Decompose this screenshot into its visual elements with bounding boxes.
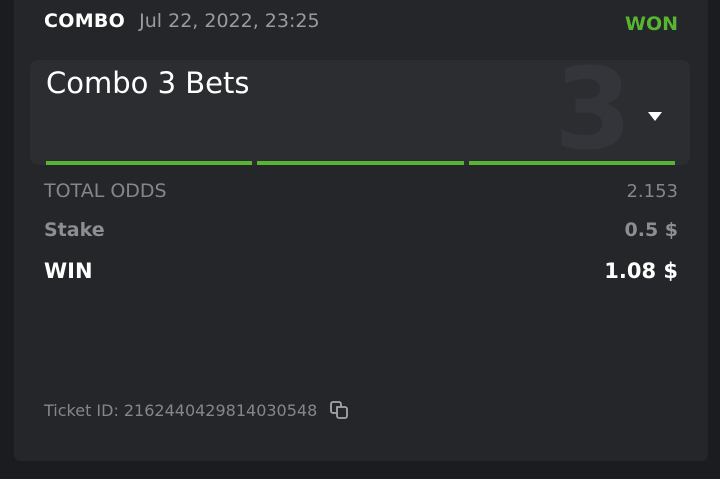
bet-header: COMBO Jul 22, 2022, 23:25	[44, 10, 320, 36]
bet-date: Jul 22, 2022, 23:25	[139, 10, 320, 32]
ticket-id-row: Ticket ID: 2162440429814030548	[44, 400, 349, 420]
bet-type-label: COMBO	[44, 10, 126, 32]
ticket-id-label: Ticket ID:	[44, 400, 119, 420]
stake-value: 0.5 $	[624, 219, 679, 241]
total-odds-row: TOTAL ODDS 2.153	[44, 180, 678, 202]
total-odds-label: TOTAL ODDS	[44, 180, 167, 202]
leg-progress-segment	[468, 161, 675, 165]
leg-progress-segment	[257, 161, 464, 165]
stake-row: Stake 0.5 $	[44, 219, 678, 241]
win-value: 1.08 $	[604, 259, 678, 283]
bet-card: COMBO Jul 22, 2022, 23:25 WON 3 Combo 3 …	[14, 0, 708, 461]
combo-dropdown[interactable]: 3 Combo 3 Bets	[30, 60, 690, 165]
combo-title: Combo 3 Bets	[46, 66, 250, 100]
status-badge: WON	[624, 13, 678, 35]
total-odds-value: 2.153	[626, 180, 678, 202]
ticket-id-value: 2162440429814030548	[123, 400, 318, 420]
leg-progress-segment	[46, 161, 253, 165]
combo-count-watermark: 3	[554, 60, 632, 165]
win-label: WIN	[44, 259, 93, 283]
copy-icon[interactable]	[329, 400, 349, 420]
legs-progress-bar	[46, 161, 675, 165]
win-row: WIN 1.08 $	[44, 259, 678, 283]
ticket-id-text: Ticket ID: 2162440429814030548	[44, 401, 317, 420]
chevron-down-icon[interactable]	[648, 112, 662, 121]
stake-label: Stake	[44, 219, 105, 241]
